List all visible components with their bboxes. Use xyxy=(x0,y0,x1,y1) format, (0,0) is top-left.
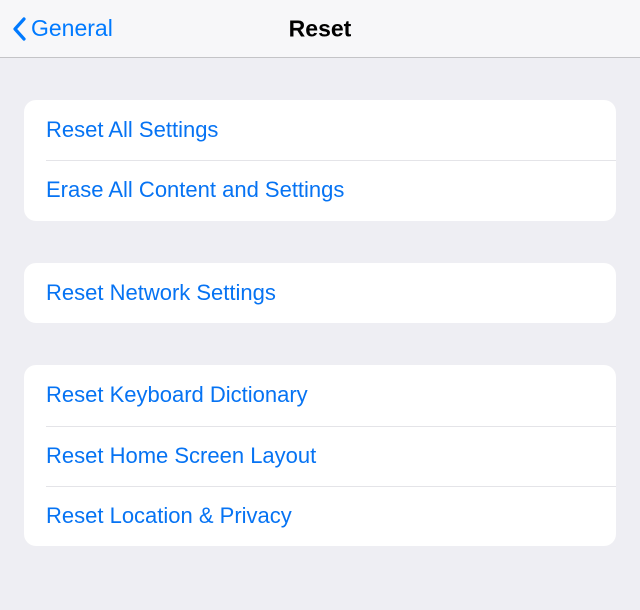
content: Reset All Settings Erase All Content and… xyxy=(0,58,640,546)
row-label: Reset Keyboard Dictionary xyxy=(46,382,308,407)
row-label: Reset Home Screen Layout xyxy=(46,443,316,468)
settings-group-1: Reset All Settings Erase All Content and… xyxy=(24,100,616,221)
settings-group-3: Reset Keyboard Dictionary Reset Home Scr… xyxy=(24,365,616,546)
reset-home-screen-layout[interactable]: Reset Home Screen Layout xyxy=(24,426,616,486)
row-label: Reset Location & Privacy xyxy=(46,503,292,528)
navbar: General Reset xyxy=(0,0,640,58)
chevron-left-icon xyxy=(12,17,27,41)
settings-group-2: Reset Network Settings xyxy=(24,263,616,323)
row-label: Erase All Content and Settings xyxy=(46,177,344,202)
reset-keyboard-dictionary[interactable]: Reset Keyboard Dictionary xyxy=(24,365,616,425)
reset-all-settings[interactable]: Reset All Settings xyxy=(24,100,616,160)
page-title: Reset xyxy=(289,15,352,42)
reset-network-settings[interactable]: Reset Network Settings xyxy=(24,263,616,323)
erase-all-content-and-settings[interactable]: Erase All Content and Settings xyxy=(24,160,616,220)
row-label: Reset All Settings xyxy=(46,117,218,142)
reset-location-and-privacy[interactable]: Reset Location & Privacy xyxy=(24,486,616,546)
row-label: Reset Network Settings xyxy=(46,280,276,305)
back-label: General xyxy=(31,15,113,42)
back-button[interactable]: General xyxy=(0,15,113,42)
